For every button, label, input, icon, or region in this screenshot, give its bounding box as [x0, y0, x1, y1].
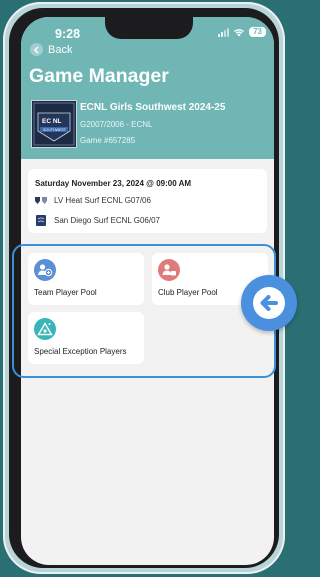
event-logo: EC NL SOUTHWEST — [31, 100, 77, 148]
event-subtitle: G2007/2006 - ECNL — [80, 120, 153, 129]
chevron-left-icon — [30, 43, 43, 56]
arrow-left-icon — [241, 275, 297, 331]
club-player-pool-label: Club Player Pool — [158, 288, 218, 297]
team-crest-icon — [36, 215, 46, 226]
battery-badge: 73 — [249, 27, 266, 37]
event-title: ECNL Girls Southwest 2024-25 — [80, 102, 226, 113]
status-icons: 73 — [218, 27, 266, 37]
club-pool-icon — [158, 259, 180, 281]
svg-text:SOUTHWEST: SOUTHWEST — [43, 128, 67, 132]
back-label: Back — [48, 43, 73, 56]
team-player-pool-label: Team Player Pool — [34, 288, 97, 297]
special-exception-players-label: Special Exception Players — [34, 347, 127, 356]
wifi-icon — [234, 28, 245, 36]
home-team-name: LV Heat Surf ECNL G07/06 — [54, 196, 151, 205]
svg-text:EC NL: EC NL — [42, 118, 62, 125]
back-button[interactable]: Back — [30, 43, 72, 56]
signal-icon — [218, 27, 230, 37]
away-team-row: San Diego Surf ECNL G06/07 — [34, 214, 160, 227]
team-player-pool-tile[interactable]: Team Player Pool — [28, 253, 144, 305]
event-game-number: Game #657285 — [80, 136, 136, 145]
match-card: Saturday November 23, 2024 @ 09:00 AM LV… — [28, 169, 267, 233]
match-date-time: Saturday November 23, 2024 @ 09:00 AM — [35, 179, 192, 188]
away-team-name: San Diego Surf ECNL G06/07 — [54, 216, 160, 225]
special-exception-players-tile[interactable]: Special Exception Players — [28, 312, 144, 364]
notch — [105, 17, 193, 39]
team-pool-icon — [34, 259, 56, 281]
page-title: Game Manager — [29, 65, 169, 87]
special-exception-icon — [34, 318, 56, 340]
screen: 9:28 73 Back Game Manager EC NL SOUTHWES… — [21, 17, 274, 565]
home-team-row: LV Heat Surf ECNL G07/06 — [34, 196, 151, 205]
status-time: 9:28 — [55, 27, 81, 41]
team-crest-icon — [35, 197, 47, 204]
